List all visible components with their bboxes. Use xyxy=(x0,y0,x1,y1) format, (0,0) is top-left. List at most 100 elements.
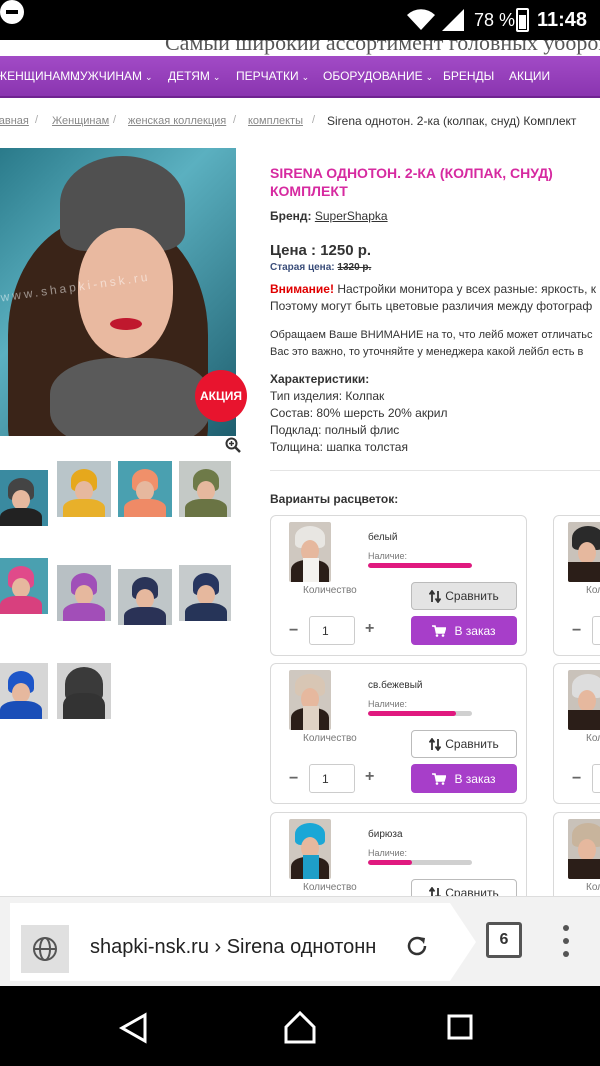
breadcrumb-current: Sirena однотон. 2-ка (колпак, снуд) Комп… xyxy=(327,114,577,128)
price: Цена : 1250 р. xyxy=(270,242,372,259)
breadcrumb: Главная / Женщинам / женская коллекция /… xyxy=(0,110,600,132)
nav-item-kids[interactable]: ДЕТЯМ ⌄ xyxy=(168,69,220,83)
signal-icon xyxy=(442,9,464,31)
quantity-increase-button[interactable]: + xyxy=(365,620,374,638)
old-price: Старая цена: 1320 р. xyxy=(270,262,371,273)
thumbnail[interactable] xyxy=(57,565,111,621)
variants-title: Варианты расцветок: xyxy=(270,492,399,506)
brand-label: Бренд: xyxy=(270,209,312,223)
status-bar: 78 % 11:48 xyxy=(0,0,600,40)
breadcrumb-collection[interactable]: женская коллекция xyxy=(128,115,226,127)
variant-name: белый xyxy=(368,532,398,543)
quantity-label: Кол xyxy=(586,733,600,744)
thumbnail[interactable] xyxy=(57,663,111,719)
variant-name: св.бежевый xyxy=(368,680,423,691)
sale-badge: АКЦИЯ xyxy=(195,370,247,422)
nav-item-brands[interactable]: БРЕНДЫ xyxy=(443,69,494,83)
variant-card: Кол − xyxy=(553,515,600,656)
url-text: shapki-nsk.ru › Sirena однотонн xyxy=(90,936,377,958)
variant-thumbnail[interactable] xyxy=(568,819,600,879)
menu-icon[interactable] xyxy=(556,921,576,961)
quantity-label: Количество xyxy=(303,585,357,596)
quantity-input[interactable] xyxy=(592,764,600,793)
nav-item-gloves[interactable]: ПЕРЧАТКИ ⌄ xyxy=(236,69,309,83)
globe-icon xyxy=(21,925,69,973)
char-thickness: Толщина: шапка толстая xyxy=(270,440,408,454)
add-to-order-button[interactable]: В заказ xyxy=(411,764,517,793)
quantity-decrease-button[interactable]: − xyxy=(289,622,298,640)
quantity-input[interactable] xyxy=(309,764,355,793)
availability-bar xyxy=(368,711,472,716)
quantity-increase-button[interactable]: + xyxy=(365,768,374,786)
clock: 11:48 xyxy=(537,9,588,31)
thumbnail[interactable] xyxy=(0,470,48,526)
availability-bar xyxy=(368,860,472,865)
variant-thumbnail[interactable] xyxy=(289,522,331,582)
back-icon[interactable] xyxy=(118,1012,148,1044)
quantity-label: Кол xyxy=(586,882,600,893)
characteristics-title: Характеристики: xyxy=(270,372,370,386)
reload-icon[interactable] xyxy=(405,934,429,958)
variant-card: белый Наличие: Количество Сравнить − + В заказ xyxy=(270,515,527,656)
thumbnail[interactable] xyxy=(118,569,172,625)
thumbnail[interactable] xyxy=(0,663,48,719)
char-lining: Подклад: полный флис xyxy=(270,423,400,437)
quantity-decrease-button[interactable]: − xyxy=(572,770,581,788)
battery-percent: 78 % xyxy=(474,10,516,30)
breadcrumb-sets[interactable]: комплекты xyxy=(248,115,303,127)
thumbnail[interactable] xyxy=(179,565,231,621)
quantity-label: Кол xyxy=(586,585,600,596)
site-banner: Самый широкий ассортимент головных уборо… xyxy=(0,40,600,56)
brand-row: Бренд: SuperShapka xyxy=(270,209,388,223)
nav-item-sales[interactable]: АКЦИИ xyxy=(509,69,550,83)
brand-link[interactable]: SuperShapka xyxy=(315,209,388,223)
quantity-decrease-button[interactable]: − xyxy=(572,622,581,640)
breadcrumb-separator: / xyxy=(35,114,39,126)
compare-button[interactable]: Сравнить xyxy=(411,730,517,758)
breadcrumb-separator: / xyxy=(233,114,237,126)
availability-label: Наличие: xyxy=(368,848,408,858)
compare-icon xyxy=(429,737,442,751)
quantity-decrease-button[interactable]: − xyxy=(289,770,298,788)
compare-button[interactable]: Сравнить xyxy=(411,582,517,610)
zoom-icon[interactable] xyxy=(225,437,241,453)
chevron-down-icon: ⌄ xyxy=(425,72,434,82)
do-not-disturb-icon xyxy=(0,0,24,24)
wifi-icon xyxy=(407,9,435,31)
tabs-button[interactable]: 6 xyxy=(486,922,522,958)
old-price-label: Старая цена: xyxy=(270,262,335,273)
home-icon[interactable] xyxy=(283,1010,317,1044)
variant-thumbnail[interactable] xyxy=(568,522,600,582)
warning-label: Внимание! xyxy=(270,282,334,296)
nav-item-equipment[interactable]: ОБОРУДОВАНИЕ ⌄ xyxy=(323,69,433,83)
notice-line-2: Вас это важно, то уточняйте у менеджера … xyxy=(270,346,584,358)
main-nav: ЖЕНЩИНАМ ⌄ МУЖЧИНАМ ⌄ ДЕТЯМ ⌄ ПЕРЧАТКИ ⌄ ОБО… xyxy=(0,56,600,98)
thumbnail[interactable] xyxy=(118,461,172,517)
variant-thumbnail[interactable] xyxy=(289,819,331,879)
availability-bar xyxy=(368,563,472,568)
recents-icon[interactable] xyxy=(447,1014,473,1040)
add-to-order-button[interactable]: В заказ xyxy=(411,616,517,645)
variant-thumbnail[interactable] xyxy=(568,670,600,730)
variant-thumbnail[interactable] xyxy=(289,670,331,730)
variant-name: бирюза xyxy=(368,829,403,840)
breadcrumb-separator: / xyxy=(312,114,316,126)
variant-card: св.бежевый Наличие: Количество Сравнить − + В … xyxy=(270,663,527,804)
breadcrumb-home[interactable]: Главная xyxy=(0,115,29,127)
thumbnail[interactable] xyxy=(179,461,231,517)
product-title: SIRENA ОДНОТОН. 2-КА (КОЛПАК, СНУД) КОМП… xyxy=(270,165,553,199)
warning-line-1: Внимание! Настройки монитора у всех разн… xyxy=(270,282,596,296)
quantity-label: Количество xyxy=(303,733,357,744)
url-field[interactable]: shapki-nsk.ru › Sirena однотонн xyxy=(10,903,476,981)
nav-item-women[interactable]: ЖЕНЩИНАМ ⌄ xyxy=(0,69,81,83)
availability-label: Наличие: xyxy=(368,551,408,561)
breadcrumb-women[interactable]: Женщинам xyxy=(52,115,109,127)
quantity-input[interactable] xyxy=(309,616,355,645)
quantity-input[interactable] xyxy=(592,616,600,645)
thumbnail[interactable] xyxy=(57,461,111,517)
char-type: Тип изделия: Колпак xyxy=(270,389,385,403)
divider xyxy=(270,470,600,471)
quantity-label: Количество xyxy=(303,882,357,893)
nav-item-men[interactable]: МУЖЧИНАМ ⌄ xyxy=(70,69,153,83)
thumbnail[interactable] xyxy=(0,558,48,614)
